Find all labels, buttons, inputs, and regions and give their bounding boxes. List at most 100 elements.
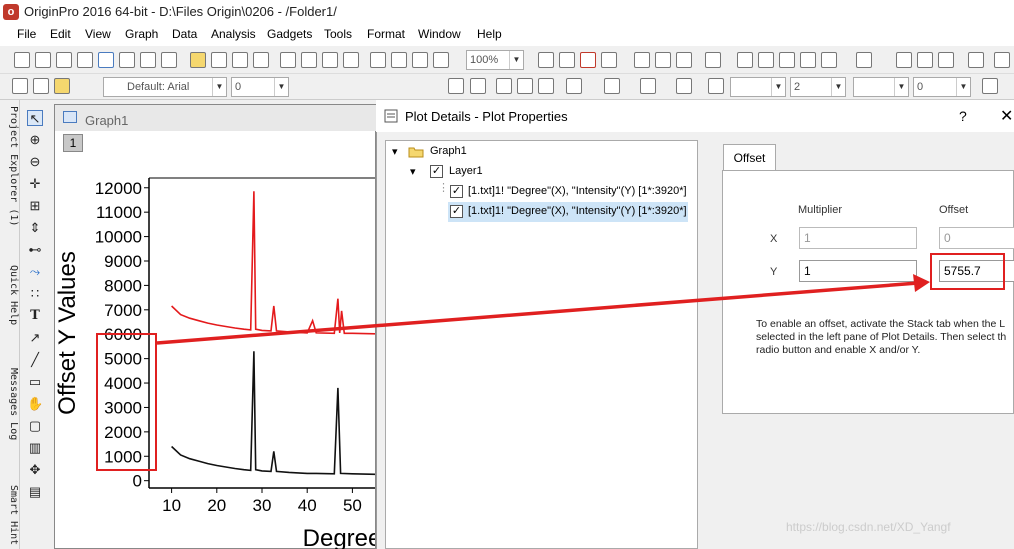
results-log-icon[interactable] <box>634 52 650 68</box>
new-project-icon[interactable] <box>14 52 30 68</box>
open-folder-icon[interactable] <box>190 52 206 68</box>
tab-project-explorer[interactable]: Project Explorer (1) <box>1 106 19 226</box>
insert-graph-icon[interactable]: ▥ <box>27 440 43 456</box>
paste-icon[interactable] <box>54 78 70 94</box>
tab-offset[interactable]: Offset <box>723 144 776 171</box>
copy-page-icon[interactable] <box>559 52 575 68</box>
export-icon[interactable] <box>580 52 596 68</box>
arrow-tool-icon[interactable]: ↗ <box>27 330 43 346</box>
save-icon[interactable] <box>232 52 248 68</box>
layer-checkbox[interactable]: ✓ <box>430 165 443 178</box>
align-center-icon[interactable] <box>517 78 533 94</box>
menu-gadgets[interactable]: Gadgets <box>267 27 312 41</box>
tree-node-layer[interactable]: Layer1 <box>449 165 483 177</box>
y-multiplier-input[interactable]: 1 <box>799 260 917 282</box>
import-multiple-icon[interactable] <box>322 52 338 68</box>
scale-in-icon[interactable]: ⊷ <box>27 242 43 258</box>
font-size-select[interactable]: 0 ▼ <box>231 77 289 97</box>
menu-graph[interactable]: Graph <box>125 27 158 41</box>
increase-font-icon[interactable] <box>448 78 464 94</box>
menu-format[interactable]: Format <box>367 27 405 41</box>
new-graph-icon[interactable] <box>98 52 114 68</box>
new-notes-icon[interactable] <box>161 52 177 68</box>
align-right-icon[interactable] <box>538 78 554 94</box>
add-layer-icon[interactable] <box>856 52 872 68</box>
chevron-down-icon[interactable]: ▾ <box>392 145 398 158</box>
menu-data[interactable]: Data <box>172 27 197 41</box>
command-window-icon[interactable] <box>655 52 671 68</box>
find-icon[interactable] <box>737 52 753 68</box>
decrease-font-icon[interactable] <box>470 78 486 94</box>
zoom-in-icon[interactable]: ⊕ <box>27 132 43 148</box>
import-single-icon[interactable] <box>301 52 317 68</box>
data-reader-icon[interactable]: ⊞ <box>27 198 43 214</box>
plot-tree[interactable]: ▾ Graph1 ▾ ✓ Layer1 ⋮ ✓ [1.txt]1! "Degre… <box>385 140 698 549</box>
layer-tool-icon[interactable]: ▤ <box>27 484 43 500</box>
plot1-checkbox[interactable]: ✓ <box>450 185 463 198</box>
stack-icon[interactable] <box>917 52 933 68</box>
rectangle-tool-icon[interactable]: ▭ <box>27 374 43 390</box>
text-tool-icon[interactable]: T <box>27 308 43 324</box>
brightness-icon[interactable] <box>708 78 724 94</box>
find-replace-icon[interactable] <box>758 52 774 68</box>
cut-icon[interactable] <box>12 78 28 94</box>
menu-view[interactable]: View <box>85 27 111 41</box>
batch-icon[interactable] <box>391 52 407 68</box>
import-wizard-icon[interactable] <box>343 52 359 68</box>
plot2-checkbox[interactable]: ✓ <box>450 205 463 218</box>
menu-help[interactable]: Help <box>477 27 502 41</box>
move-tool-icon[interactable]: ✥ <box>27 462 43 478</box>
fill-pattern-select[interactable]: ▼ <box>853 77 909 97</box>
pattern-width-select[interactable]: 0 ▼ <box>913 77 971 97</box>
import-icon[interactable] <box>280 52 296 68</box>
menu-tools[interactable]: Tools <box>324 27 352 41</box>
bar-chart-icon[interactable] <box>994 52 1010 68</box>
save-template-icon[interactable] <box>253 52 269 68</box>
data-selector-icon[interactable]: ⇕ <box>27 220 43 236</box>
region-icon[interactable]: ▢ <box>27 418 43 434</box>
layer-number-button[interactable]: 1 <box>63 134 83 152</box>
new-worksheet-icon[interactable] <box>35 52 51 68</box>
tab-icon[interactable] <box>938 52 954 68</box>
hand-tool-icon[interactable]: ✋ <box>27 396 43 412</box>
line-color-icon[interactable] <box>676 78 692 94</box>
mask-points-icon[interactable]: ∷ <box>27 286 43 302</box>
align-left-icon[interactable] <box>496 78 512 94</box>
menu-analysis[interactable]: Analysis <box>211 27 256 41</box>
new-matrix-icon[interactable] <box>77 52 93 68</box>
export-graph-icon[interactable] <box>601 52 617 68</box>
text-color-icon[interactable] <box>566 78 582 94</box>
print-icon[interactable] <box>538 52 554 68</box>
line-tool-icon[interactable]: ╱ <box>27 352 43 368</box>
project-explorer-icon[interactable] <box>705 52 721 68</box>
screen-reader-icon[interactable]: ✛ <box>27 176 43 192</box>
x-offset-input[interactable]: 0 <box>939 227 1014 249</box>
tree-node-plot2[interactable]: [1.txt]1! "Degree"(X), "Intensity"(Y) [1… <box>468 205 687 217</box>
tab-quick-help[interactable]: Quick Help <box>1 265 19 325</box>
line-width-select[interactable]: 2 ▼ <box>790 77 846 97</box>
custom-icon[interactable] <box>800 52 816 68</box>
duplicate-icon[interactable] <box>412 52 428 68</box>
new-excel-icon[interactable] <box>56 52 72 68</box>
open-template-icon[interactable] <box>211 52 227 68</box>
pointer-icon[interactable]: ↖ <box>27 110 43 126</box>
code-builder-icon[interactable] <box>676 52 692 68</box>
new-layout-icon[interactable] <box>140 52 156 68</box>
chevron-down-icon[interactable]: ▾ <box>410 165 416 178</box>
copy-icon[interactable] <box>33 78 49 94</box>
more-tools-icon[interactable] <box>982 78 998 94</box>
new-function-icon[interactable] <box>119 52 135 68</box>
help-button[interactable]: ? <box>959 108 967 124</box>
refresh-icon[interactable] <box>433 52 449 68</box>
data-highlighter-icon[interactable]: ⤳ <box>27 264 43 280</box>
menu-edit[interactable]: Edit <box>50 27 71 41</box>
apps-icon[interactable] <box>821 52 837 68</box>
font-select[interactable]: Default: Arial ▼ <box>103 77 227 97</box>
menu-file[interactable]: File <box>17 27 36 41</box>
close-button[interactable]: ✕ <box>1000 106 1013 126</box>
tab-messages-log[interactable]: Messages Log <box>1 368 19 440</box>
pattern-icon[interactable] <box>640 78 656 94</box>
x-multiplier-input[interactable]: 1 <box>799 227 917 249</box>
recalculate-icon[interactable] <box>370 52 386 68</box>
fill-color-icon[interactable] <box>604 78 620 94</box>
